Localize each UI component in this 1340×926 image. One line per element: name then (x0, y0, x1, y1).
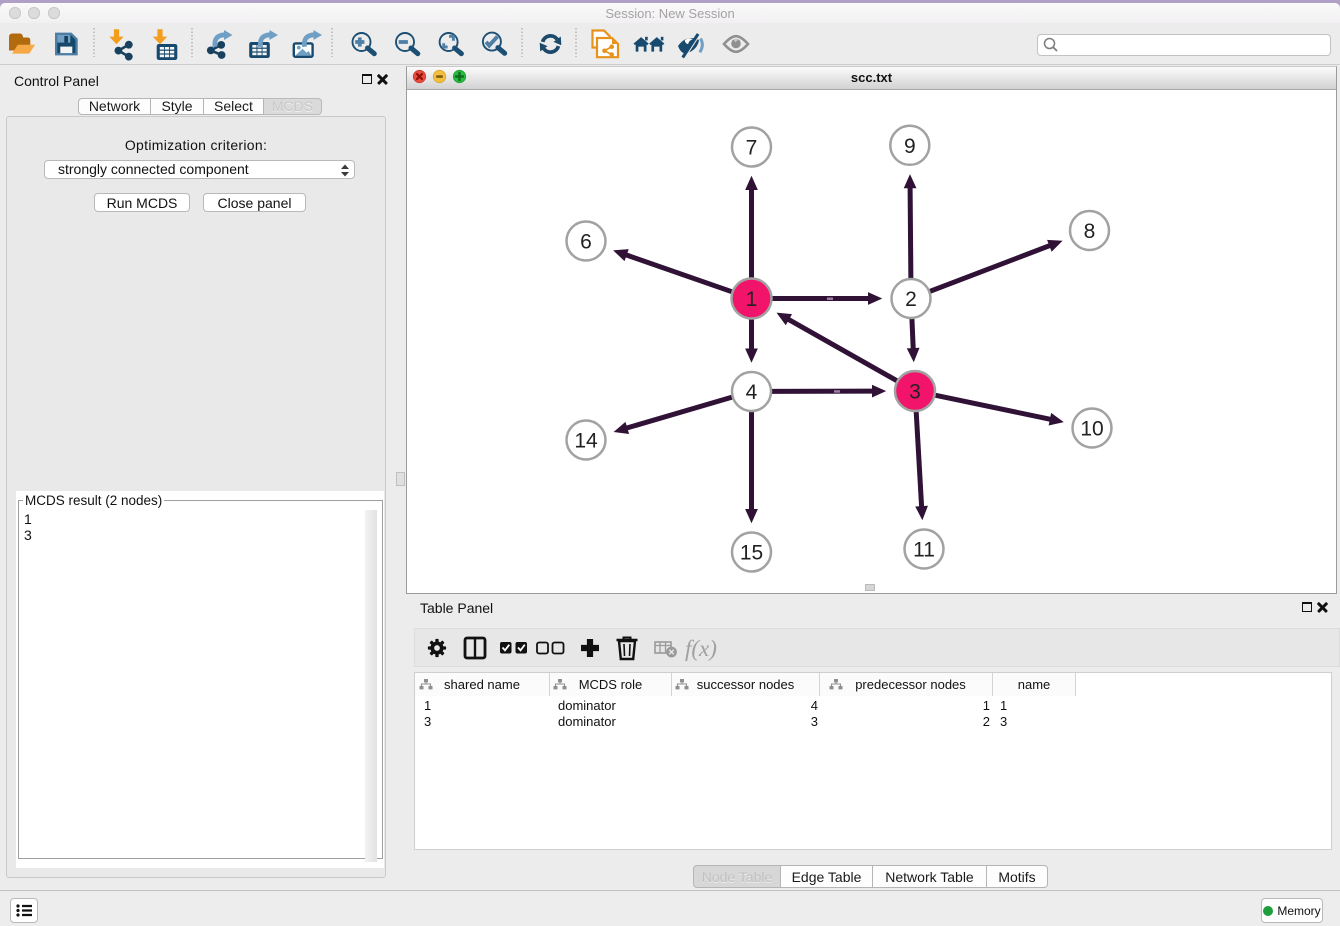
svg-text:8: 8 (1084, 220, 1096, 243)
svg-text:11: 11 (913, 538, 935, 561)
svg-text:2: 2 (905, 288, 917, 311)
svg-text:15: 15 (740, 541, 763, 564)
svg-text:9: 9 (904, 134, 916, 157)
svg-text:f(x): f(x) (685, 636, 717, 661)
svg-text:10: 10 (1080, 417, 1103, 440)
svg-text:7: 7 (746, 136, 758, 159)
svg-text:1: 1 (746, 288, 758, 311)
svg-text:6: 6 (580, 230, 592, 253)
svg-text:14: 14 (574, 429, 598, 452)
svg-text:3: 3 (909, 380, 921, 403)
svg-text:4: 4 (746, 381, 758, 404)
